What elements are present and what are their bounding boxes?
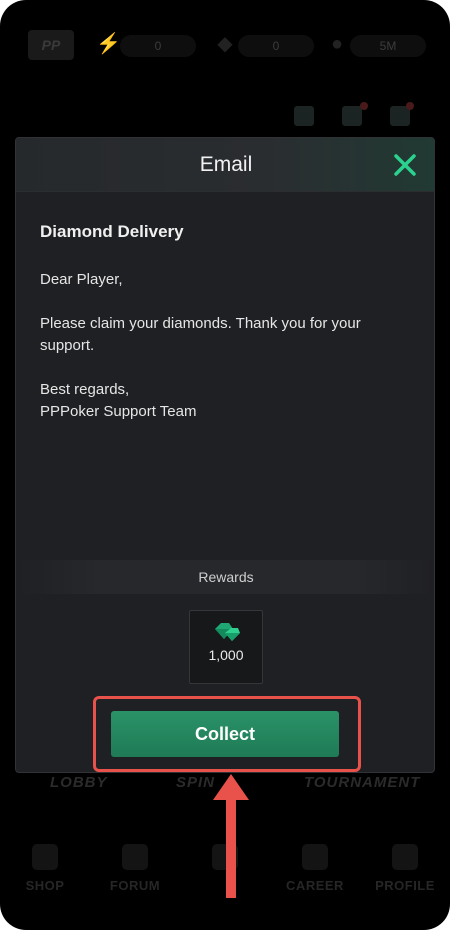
- modal-title: Email: [199, 153, 253, 176]
- top-resource-bar: PP ⚡ 0 ◆ 0 ● 5M: [0, 28, 450, 68]
- club-logo: PP: [28, 30, 74, 60]
- tab-forum[interactable]: FORUM: [90, 840, 180, 910]
- phone-screen: PP ⚡ 0 ◆ 0 ● 5M LOBBY SPIN TOURNAMENT SH…: [0, 0, 450, 930]
- email-subject: Diamond Delivery: [40, 222, 184, 241]
- message-icon[interactable]: [294, 106, 314, 126]
- tab-career[interactable]: CAREER: [270, 840, 360, 910]
- reward-item: 1,000: [189, 610, 263, 684]
- emerald-diamond-icon: [215, 623, 240, 641]
- email-message: Dear Player, Please claim your diamonds.…: [40, 271, 361, 420]
- notification-dot: [360, 102, 368, 110]
- reward-amount: 1,000: [208, 647, 244, 663]
- lightning-icon: ⚡: [96, 33, 121, 55]
- email-content: Diamond Delivery Dear Player, Please cla…: [40, 222, 412, 423]
- coin-icon: ●: [330, 33, 344, 55]
- energy-counter: 0: [120, 35, 196, 57]
- tab-profile[interactable]: PROFILE: [360, 840, 450, 910]
- diamond-counter: 0: [238, 35, 314, 57]
- up-arrow-icon: [213, 774, 249, 898]
- coin-counter: 5M: [350, 35, 426, 57]
- email-modal: Email Diamond Delivery Dear Player, Plea…: [15, 137, 435, 773]
- bookmark-icon[interactable]: [342, 106, 362, 126]
- chart-icon: [302, 844, 328, 870]
- highlight-box: [93, 696, 361, 772]
- mode-spin[interactable]: SPIN: [176, 774, 215, 804]
- cart-icon: [32, 844, 58, 870]
- mode-tournament[interactable]: TOURNAMENT: [304, 774, 420, 804]
- tab-shop[interactable]: SHOP: [0, 840, 90, 910]
- notification-dot: [406, 102, 414, 110]
- diamond-icon: ◆: [217, 33, 233, 55]
- mode-lobby[interactable]: LOBBY: [50, 774, 108, 804]
- person-icon: [392, 844, 418, 870]
- rewards-heading: Rewards: [16, 560, 434, 594]
- modal-header: Email: [16, 138, 434, 192]
- forum-icon: [122, 844, 148, 870]
- close-icon: [394, 154, 416, 176]
- close-button[interactable]: [392, 152, 418, 178]
